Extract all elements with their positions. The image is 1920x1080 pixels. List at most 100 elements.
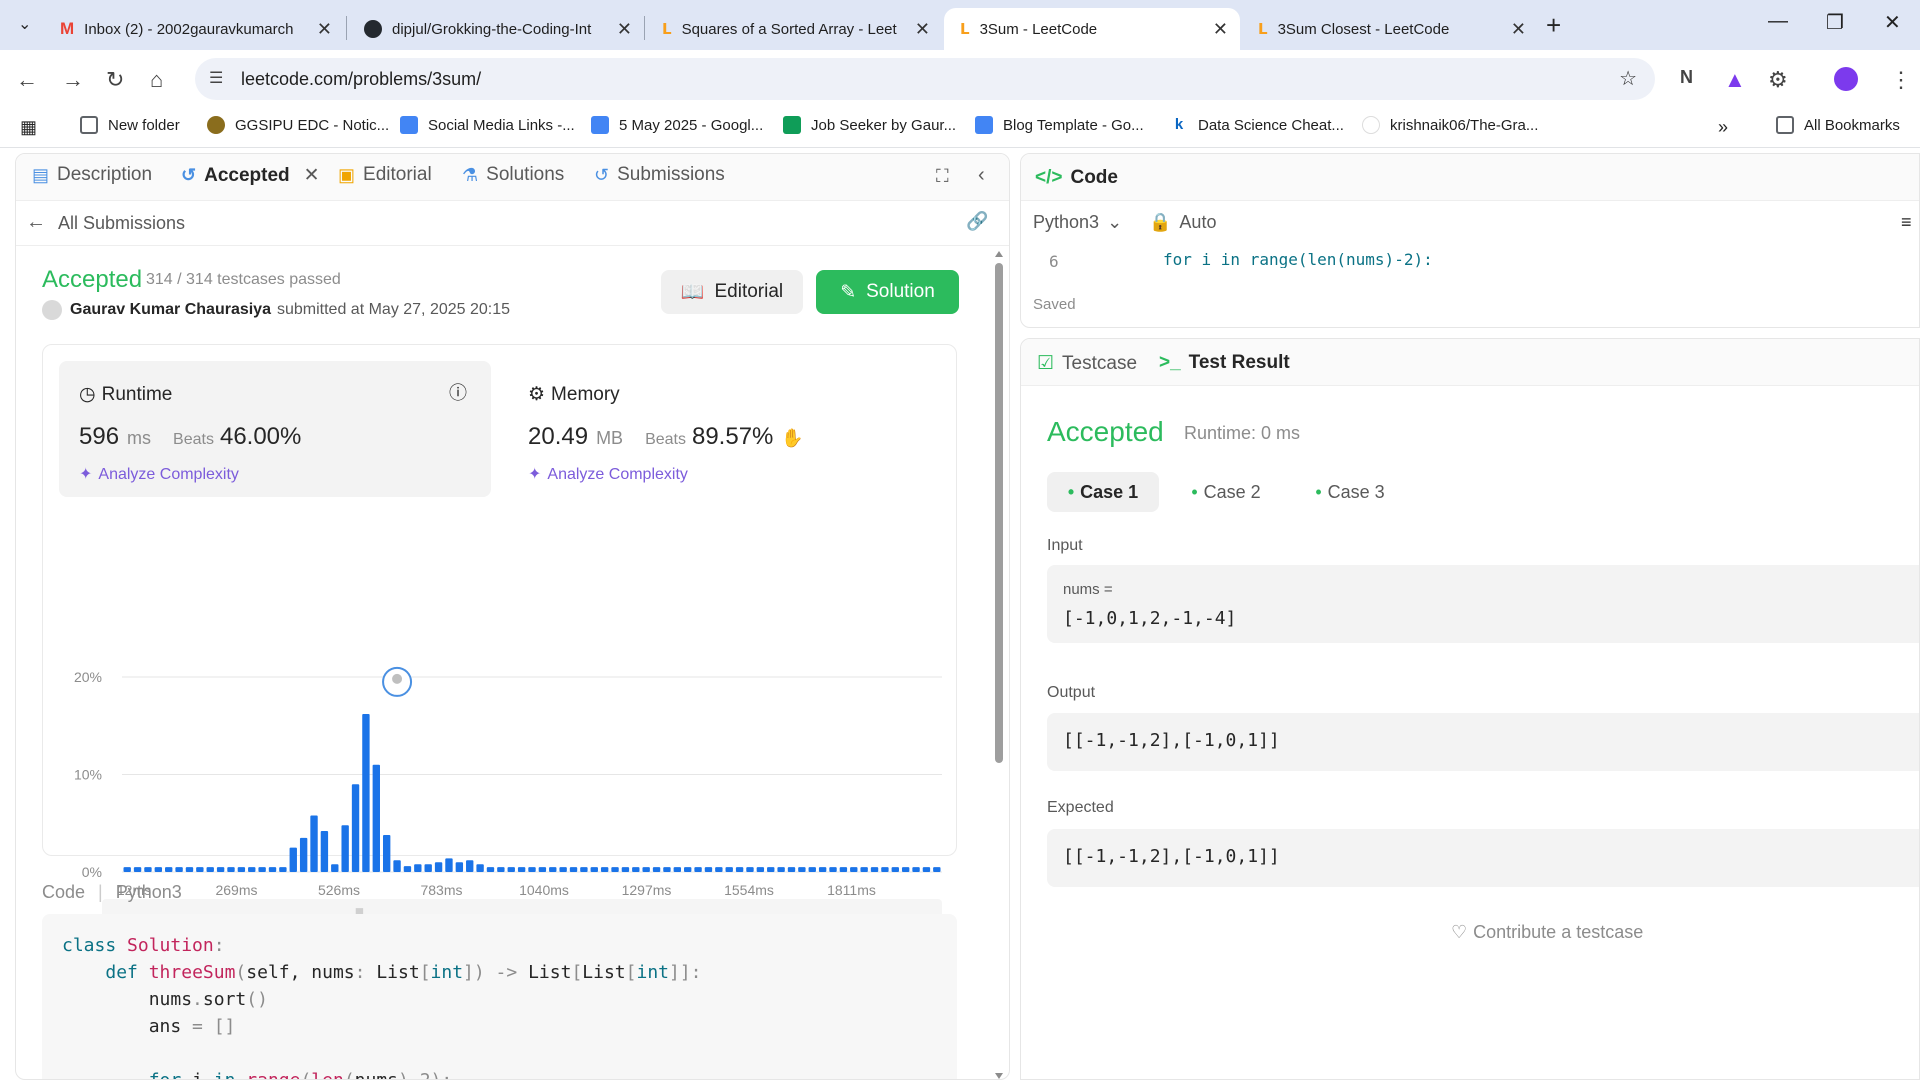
output-label: Output: [1047, 684, 1096, 701]
close-icon[interactable]: ✕: [915, 19, 930, 40]
analyze-complexity-link[interactable]: ✦ Analyze Complexity: [528, 464, 688, 484]
contribute-testcase-link[interactable]: ♡ Contribute a testcase: [1451, 922, 1643, 943]
more-bookmarks-icon[interactable]: »: [1718, 117, 1728, 138]
info-icon[interactable]: ⓘ: [449, 379, 467, 405]
editorial-button[interactable]: 📖 Editorial: [661, 270, 803, 314]
reload-icon[interactable]: ↻: [106, 67, 124, 93]
tab-gmail[interactable]: M Inbox (2) - 2002gauravkumarch ✕: [44, 8, 344, 50]
link-icon[interactable]: 🔗: [966, 211, 988, 232]
close-icon[interactable]: ✕: [1213, 19, 1228, 40]
tab-editorial[interactable]: ▣ Editorial: [338, 164, 432, 186]
runtime-value-row: 596 ms Beats 46.00%: [79, 423, 301, 451]
memory-card[interactable]: ⚙ Memory 20.49 MB Beats 89.57% ✋ ✦ Analyze…: [508, 361, 940, 497]
tab-test-result[interactable]: >_ Test Result: [1159, 352, 1290, 374]
chart-bar[interactable]: [393, 860, 401, 872]
home-icon[interactable]: ⌂: [150, 67, 163, 93]
menu-lines-icon[interactable]: ≡: [1901, 212, 1912, 233]
checkbox-icon: ☑: [1037, 353, 1055, 374]
tab-3sum[interactable]: 𝗟 3Sum - LeetCode ✕: [944, 8, 1240, 50]
chart-bar: [476, 864, 484, 872]
chart-bar: [901, 867, 910, 872]
menu-dots-icon[interactable]: ⋮: [1890, 67, 1912, 93]
bookmark-star-icon[interactable]: ☆: [1619, 66, 1637, 91]
notion-extension-icon[interactable]: N: [1680, 67, 1693, 88]
beats-label: Beats: [173, 431, 214, 448]
tab-testcase[interactable]: ☑ Testcase: [1037, 352, 1137, 375]
bookmark-item[interactable]: 5 May 2025 - Googl...: [591, 116, 763, 134]
chart-bar: [684, 867, 692, 872]
submission-status: Accepted: [42, 266, 143, 293]
chart-bar: [611, 867, 619, 872]
fullscreen-icon[interactable]: ⛶: [936, 166, 949, 187]
bookmark-label: 5 May 2025 - Googl...: [619, 116, 764, 134]
code-line: for i in range(len(nums)-2):: [1163, 250, 1433, 268]
restore-icon[interactable]: ❐: [1826, 10, 1844, 35]
tab-search-icon[interactable]: ⌄: [18, 14, 31, 34]
all-submissions-link[interactable]: All Submissions: [58, 213, 185, 234]
analyze-label: Analyze Complexity: [98, 466, 239, 483]
tab-squares[interactable]: 𝗟 Squares of a Sorted Array - Leet ✕: [646, 8, 942, 50]
new-tab-button[interactable]: +: [1546, 10, 1561, 41]
case-1-tab[interactable]: • Case 1: [1047, 472, 1159, 512]
analyze-complexity-link[interactable]: ✦ Analyze Complexity: [79, 464, 239, 484]
scrollbar[interactable]: [993, 249, 1005, 1080]
chart-bar: [632, 867, 640, 872]
bookmark-item[interactable]: krishnaik06/The-Gra...: [1362, 116, 1538, 134]
tab-github[interactable]: dipjul/Grokking-the-Coding-Int ✕: [348, 8, 644, 50]
expected-box[interactable]: [[-1,-1,2],[-1,0,1]]: [1047, 829, 1919, 887]
tab-solutions[interactable]: ⚗ Solutions: [462, 164, 564, 186]
tab-3sum-closest[interactable]: 𝗟 3Sum Closest - LeetCode ✕: [1242, 8, 1538, 50]
site-info-icon[interactable]: ☰: [209, 68, 223, 88]
editor-line[interactable]: 6 for i in range(len(nums)-2):: [1033, 244, 1913, 268]
chart-bar: [756, 867, 765, 872]
close-icon[interactable]: ✕: [317, 19, 332, 40]
solution-button[interactable]: ✎ Solution: [816, 270, 959, 314]
minimize-icon[interactable]: —: [1768, 10, 1788, 33]
chart-bar: [196, 867, 204, 872]
all-bookmarks[interactable]: All Bookmarks: [1776, 116, 1900, 134]
collapse-icon[interactable]: ‹: [978, 164, 985, 187]
folder-icon: [1776, 116, 1794, 134]
tab-description[interactable]: ▤ Description: [32, 164, 152, 186]
code-line: nums.sort(): [62, 989, 268, 1010]
chart-bar: [600, 867, 609, 872]
profile-avatar[interactable]: [1834, 67, 1858, 91]
bookmark-item[interactable]: Blog Template - Go...: [975, 116, 1144, 134]
bookmark-item[interactable]: k Data Science Cheat...: [1170, 116, 1344, 134]
chart-bar: [787, 867, 796, 872]
bookmark-label: Social Media Links -...: [428, 116, 575, 134]
back-arrow-icon[interactable]: ←: [26, 211, 46, 234]
chart-bar: [725, 867, 733, 872]
button-label: Editorial: [714, 281, 784, 302]
close-icon[interactable]: ✕: [1511, 19, 1526, 40]
bookmark-item[interactable]: GGSIPU EDC - Notic...: [207, 116, 389, 134]
omnibox[interactable]: ☰ leetcode.com/problems/3sum/ ☆: [195, 58, 1655, 100]
url-text[interactable]: leetcode.com/problems/3sum/: [241, 69, 481, 90]
close-window-icon[interactable]: ✕: [1884, 10, 1901, 35]
back-icon[interactable]: ←: [16, 67, 38, 93]
case-3-tab[interactable]: • Case 3: [1295, 472, 1405, 512]
y-tick-label: 20%: [74, 669, 102, 685]
description-icon: ▤: [32, 164, 50, 185]
bookmark-item[interactable]: Social Media Links -...: [400, 116, 575, 134]
auto-mode[interactable]: 🔒 Auto: [1149, 212, 1216, 233]
runtime-card[interactable]: ◷ Runtime ⓘ 596 ms Beats 46.00% ✦ Analyze …: [59, 361, 491, 497]
author-name[interactable]: Gaurav Kumar Chaurasiya: [70, 301, 271, 319]
forward-icon[interactable]: →: [62, 67, 84, 93]
close-icon[interactable]: ✕: [304, 164, 320, 187]
variable-name: nums =: [1063, 581, 1113, 598]
extensions-icon[interactable]: ⚙: [1768, 67, 1788, 93]
extension-flame-icon[interactable]: ▲: [1724, 67, 1746, 93]
case-2-tab[interactable]: • Case 2: [1171, 472, 1281, 512]
bookmark-item[interactable]: New folder: [80, 116, 180, 134]
bookmark-item[interactable]: Job Seeker by Gaur...: [783, 116, 956, 134]
output-box[interactable]: [[-1,-1,2],[-1,0,1]]: [1047, 713, 1919, 771]
apps-grid-icon[interactable]: ▦: [20, 117, 37, 138]
tab-submissions[interactable]: ↺ Submissions: [594, 164, 725, 186]
close-icon[interactable]: ✕: [617, 19, 632, 40]
tab-accepted[interactable]: ↺ Accepted ✕: [181, 164, 320, 187]
input-box[interactable]: nums = [-1,0,1,2,-1,-4]: [1047, 565, 1919, 643]
language-select[interactable]: Python3 ⌄: [1033, 212, 1122, 233]
submitted-code[interactable]: class Solution: def threeSum(self, nums:…: [42, 914, 957, 1079]
lock-icon: 🔒: [1149, 212, 1172, 232]
